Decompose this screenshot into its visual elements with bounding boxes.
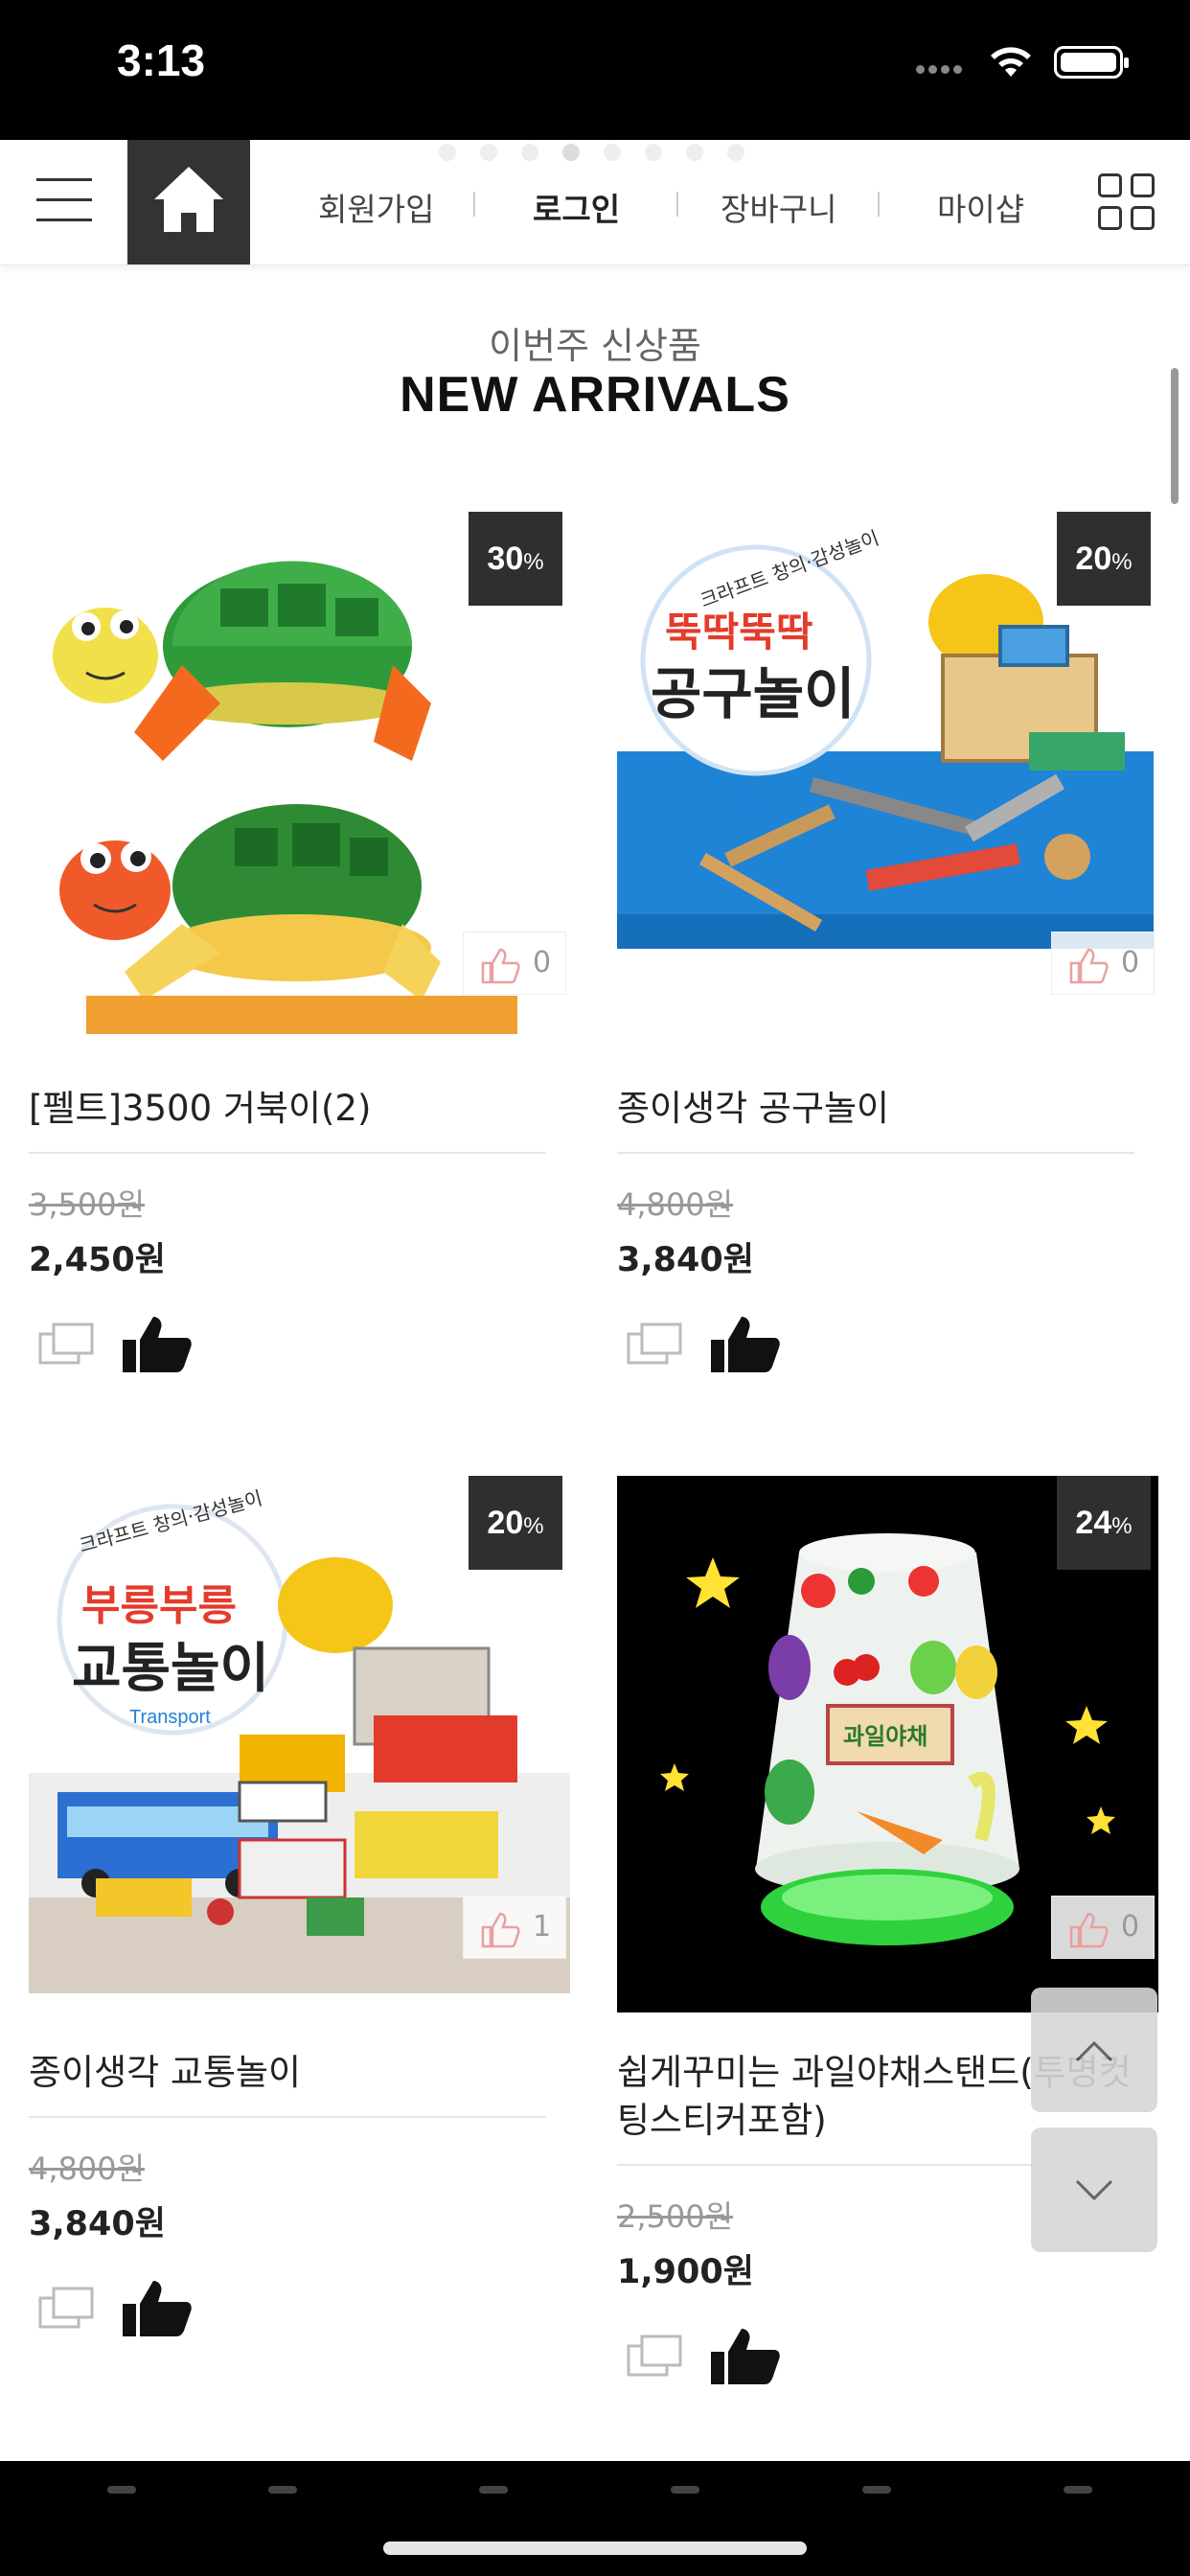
like-counter[interactable]: 0 — [1051, 932, 1155, 995]
sale-price: 2,450원 — [29, 1241, 166, 1279]
discount-badge: 20% — [1057, 512, 1151, 606]
nav-divider — [676, 192, 678, 217]
product-name[interactable]: 종이생각 공구놀이 — [617, 1085, 1134, 1133]
bookmark-icon[interactable] — [671, 2486, 699, 2494]
image-subtitle: 공구놀이 — [651, 661, 855, 726]
product-actions — [38, 1313, 211, 1374]
thumbs-up-icon — [481, 1912, 520, 1948]
share-icon[interactable] — [479, 2486, 508, 2494]
back-icon[interactable] — [107, 2486, 136, 2494]
original-price: 2,500원 — [617, 2198, 734, 2235]
thumbs-up-icon — [481, 948, 520, 984]
like-counter[interactable]: 0 — [1051, 1896, 1155, 1959]
thumbs-up-icon[interactable] — [121, 1313, 194, 1374]
discount-badge: 20% — [469, 1476, 562, 1570]
nav-cart-link[interactable]: 장바구니 — [721, 184, 836, 230]
forward-icon[interactable] — [268, 2486, 297, 2494]
home-indicator — [383, 2542, 807, 2555]
chevron-up-icon — [1075, 2040, 1113, 2062]
sale-price: 1,900원 — [617, 2253, 754, 2291]
wifi-icon — [991, 47, 1031, 77]
like-count: 0 — [1121, 946, 1140, 979]
nav-divider — [878, 192, 880, 217]
menu-icon[interactable] — [36, 178, 92, 222]
nav-links: 회원가입 로그인 장바구니 마이샵 — [287, 140, 1073, 264]
top-navigation: 회원가입 로그인 장바구니 마이샵 — [0, 140, 1190, 265]
scroll-up-button[interactable] — [1031, 1988, 1157, 2112]
image-title: 뚝딱뚝딱 — [665, 609, 813, 656]
divider — [29, 2116, 546, 2118]
original-price: 4,800원 — [29, 2150, 146, 2187]
home-button[interactable] — [127, 140, 250, 264]
thumbs-up-icon[interactable] — [709, 1313, 782, 1374]
sale-price: 3,840원 — [29, 2205, 166, 2243]
original-price: 3,500원 — [29, 1186, 146, 1223]
like-count: 0 — [533, 946, 552, 979]
tabs-icon[interactable] — [862, 2486, 891, 2494]
status-time: 3:13 — [117, 35, 206, 85]
image-title: 부릉부릉 — [81, 1581, 237, 1630]
image-eng-text: Tool — [737, 790, 775, 814]
like-counter[interactable]: 0 — [463, 932, 566, 995]
window-view-icon[interactable] — [38, 1322, 94, 1365]
nav-signup-link[interactable]: 회원가입 — [318, 184, 434, 230]
divider — [29, 1152, 546, 1154]
thumbs-up-icon — [1069, 1912, 1109, 1948]
window-view-icon[interactable] — [627, 1322, 682, 1365]
like-count: 0 — [1121, 1910, 1140, 1944]
discount-badge: 24% — [1057, 1476, 1151, 1570]
grid-view-icon[interactable] — [1098, 173, 1157, 233]
original-price: 4,800원 — [617, 1186, 734, 1223]
like-count: 1 — [533, 1910, 552, 1944]
divider — [617, 1152, 1134, 1154]
window-view-icon[interactable] — [627, 2334, 682, 2377]
status-bar: 3:13 — [0, 0, 1190, 140]
section-subtitle: 이번주 신상품 — [489, 325, 701, 367]
image-eng-text: Transport — [129, 1707, 211, 1728]
discount-badge: 30% — [469, 512, 562, 606]
window-view-icon[interactable] — [38, 2287, 94, 2329]
product-name[interactable]: [펠트]3500 거북이(2) — [29, 1085, 546, 1133]
chevron-down-icon — [1075, 2179, 1113, 2201]
home-icon — [154, 167, 223, 232]
nav-login-link[interactable]: 로그인 — [533, 184, 620, 230]
scrollbar[interactable] — [1171, 368, 1179, 504]
nav-myshop-link[interactable]: 마이샵 — [937, 184, 1024, 230]
thumbs-up-icon[interactable] — [121, 2277, 194, 2338]
battery-icon — [1054, 46, 1129, 79]
thumbs-up-icon[interactable] — [709, 2325, 782, 2386]
product-name[interactable]: 종이생각 교통놀이 — [29, 2049, 546, 2097]
section-title: NEW ARRIVALS — [400, 367, 790, 423]
thumbs-up-icon — [1069, 948, 1109, 984]
product-actions — [38, 2277, 211, 2338]
like-counter[interactable]: 1 — [463, 1896, 566, 1959]
signal-icon — [916, 59, 970, 74]
scroll-down-button[interactable] — [1031, 2128, 1157, 2252]
image-label: 과일야채 — [843, 1723, 927, 1750]
product-actions — [627, 2325, 799, 2386]
product-actions — [627, 1313, 799, 1374]
more-icon[interactable] — [1064, 2486, 1092, 2494]
image-subtitle: 교통놀이 — [72, 1638, 269, 1700]
bottom-toolbar — [0, 2461, 1190, 2576]
sale-price: 3,840원 — [617, 1241, 754, 1279]
nav-divider — [473, 192, 475, 217]
